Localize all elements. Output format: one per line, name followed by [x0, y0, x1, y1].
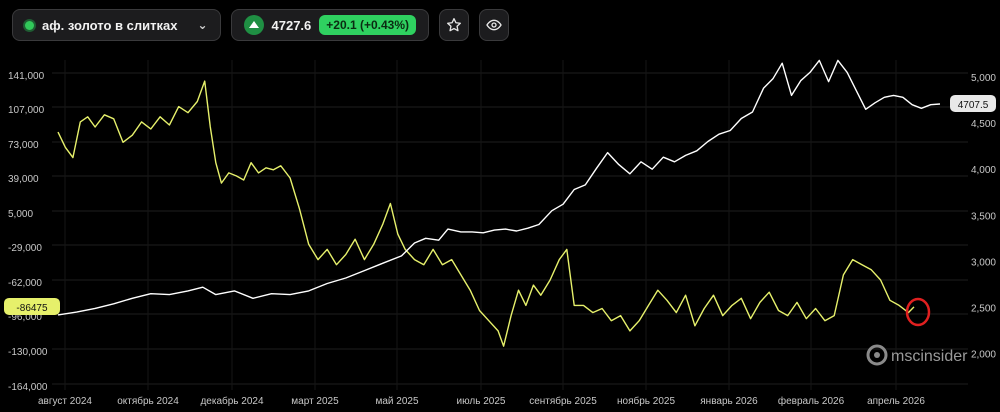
x-tick-label: июль 2025: [457, 396, 506, 407]
chart-series: [57, 59, 941, 347]
x-tick-label: октябрь 2024: [117, 395, 179, 407]
y-right-tick-label: 2,500: [971, 304, 996, 315]
chart-area: 141,000 107,000 73,000 39,000 5,000 -29,000 -6…: [4, 59, 996, 407]
highlight-marker: [905, 297, 931, 327]
watermark-text: mscinsider: [891, 348, 968, 365]
x-tick-label: август 2024: [38, 396, 92, 407]
y-left-tick-label: 5,000: [8, 209, 33, 220]
y-left-tick-label: 73,000: [8, 140, 39, 151]
y-axis-left: 141,000 107,000 73,000 39,000 5,000 -29,000 -6…: [8, 71, 48, 393]
series-line-right: [57, 59, 941, 316]
y-axis-right: 5,000 4,500 4,000 3,500 3,000 2,500 2,000: [971, 73, 996, 361]
chart-grid: [52, 60, 968, 390]
x-tick-label: январь 2026: [700, 396, 758, 407]
x-tick-label: февраль 2026: [778, 395, 845, 407]
x-tick-label: сентябрь 2025: [529, 395, 597, 407]
y-left-tick-label: -164,000: [8, 382, 48, 393]
x-tick-label: ноябрь 2025: [617, 395, 675, 407]
x-tick-label: май 2025: [375, 396, 418, 407]
y-right-tick-label: 3,000: [971, 257, 996, 268]
last-value-left-text: -86475: [16, 303, 48, 314]
y-right-tick-label: 4,500: [971, 119, 996, 130]
x-tick-label: апрель 2026: [867, 396, 925, 407]
x-tick-label: декабрь 2024: [200, 395, 264, 407]
y-left-tick-label: -29,000: [8, 243, 42, 254]
series-line-left: [57, 80, 915, 347]
y-right-tick-label: 3,500: [971, 211, 996, 222]
x-axis: август 2024 октябрь 2024 декабрь 2024 март …: [38, 395, 925, 407]
chart-markers: -86475 4707.5: [4, 94, 996, 327]
y-right-tick-label: 2,000: [971, 350, 996, 361]
y-left-tick-label: 39,000: [8, 174, 39, 185]
last-value-right-text: 4707.5: [958, 100, 989, 111]
y-left-tick-label: 141,000: [8, 71, 45, 82]
y-right-tick-label: 4,000: [971, 165, 996, 176]
y-left-tick-label: 107,000: [8, 105, 45, 116]
y-left-tick-label: -62,000: [8, 278, 42, 289]
y-right-tick-label: 5,000: [971, 73, 996, 84]
watermark: mscinsider: [866, 344, 968, 366]
x-tick-label: март 2025: [291, 396, 339, 407]
y-left-tick-label: -130,000: [8, 347, 48, 358]
